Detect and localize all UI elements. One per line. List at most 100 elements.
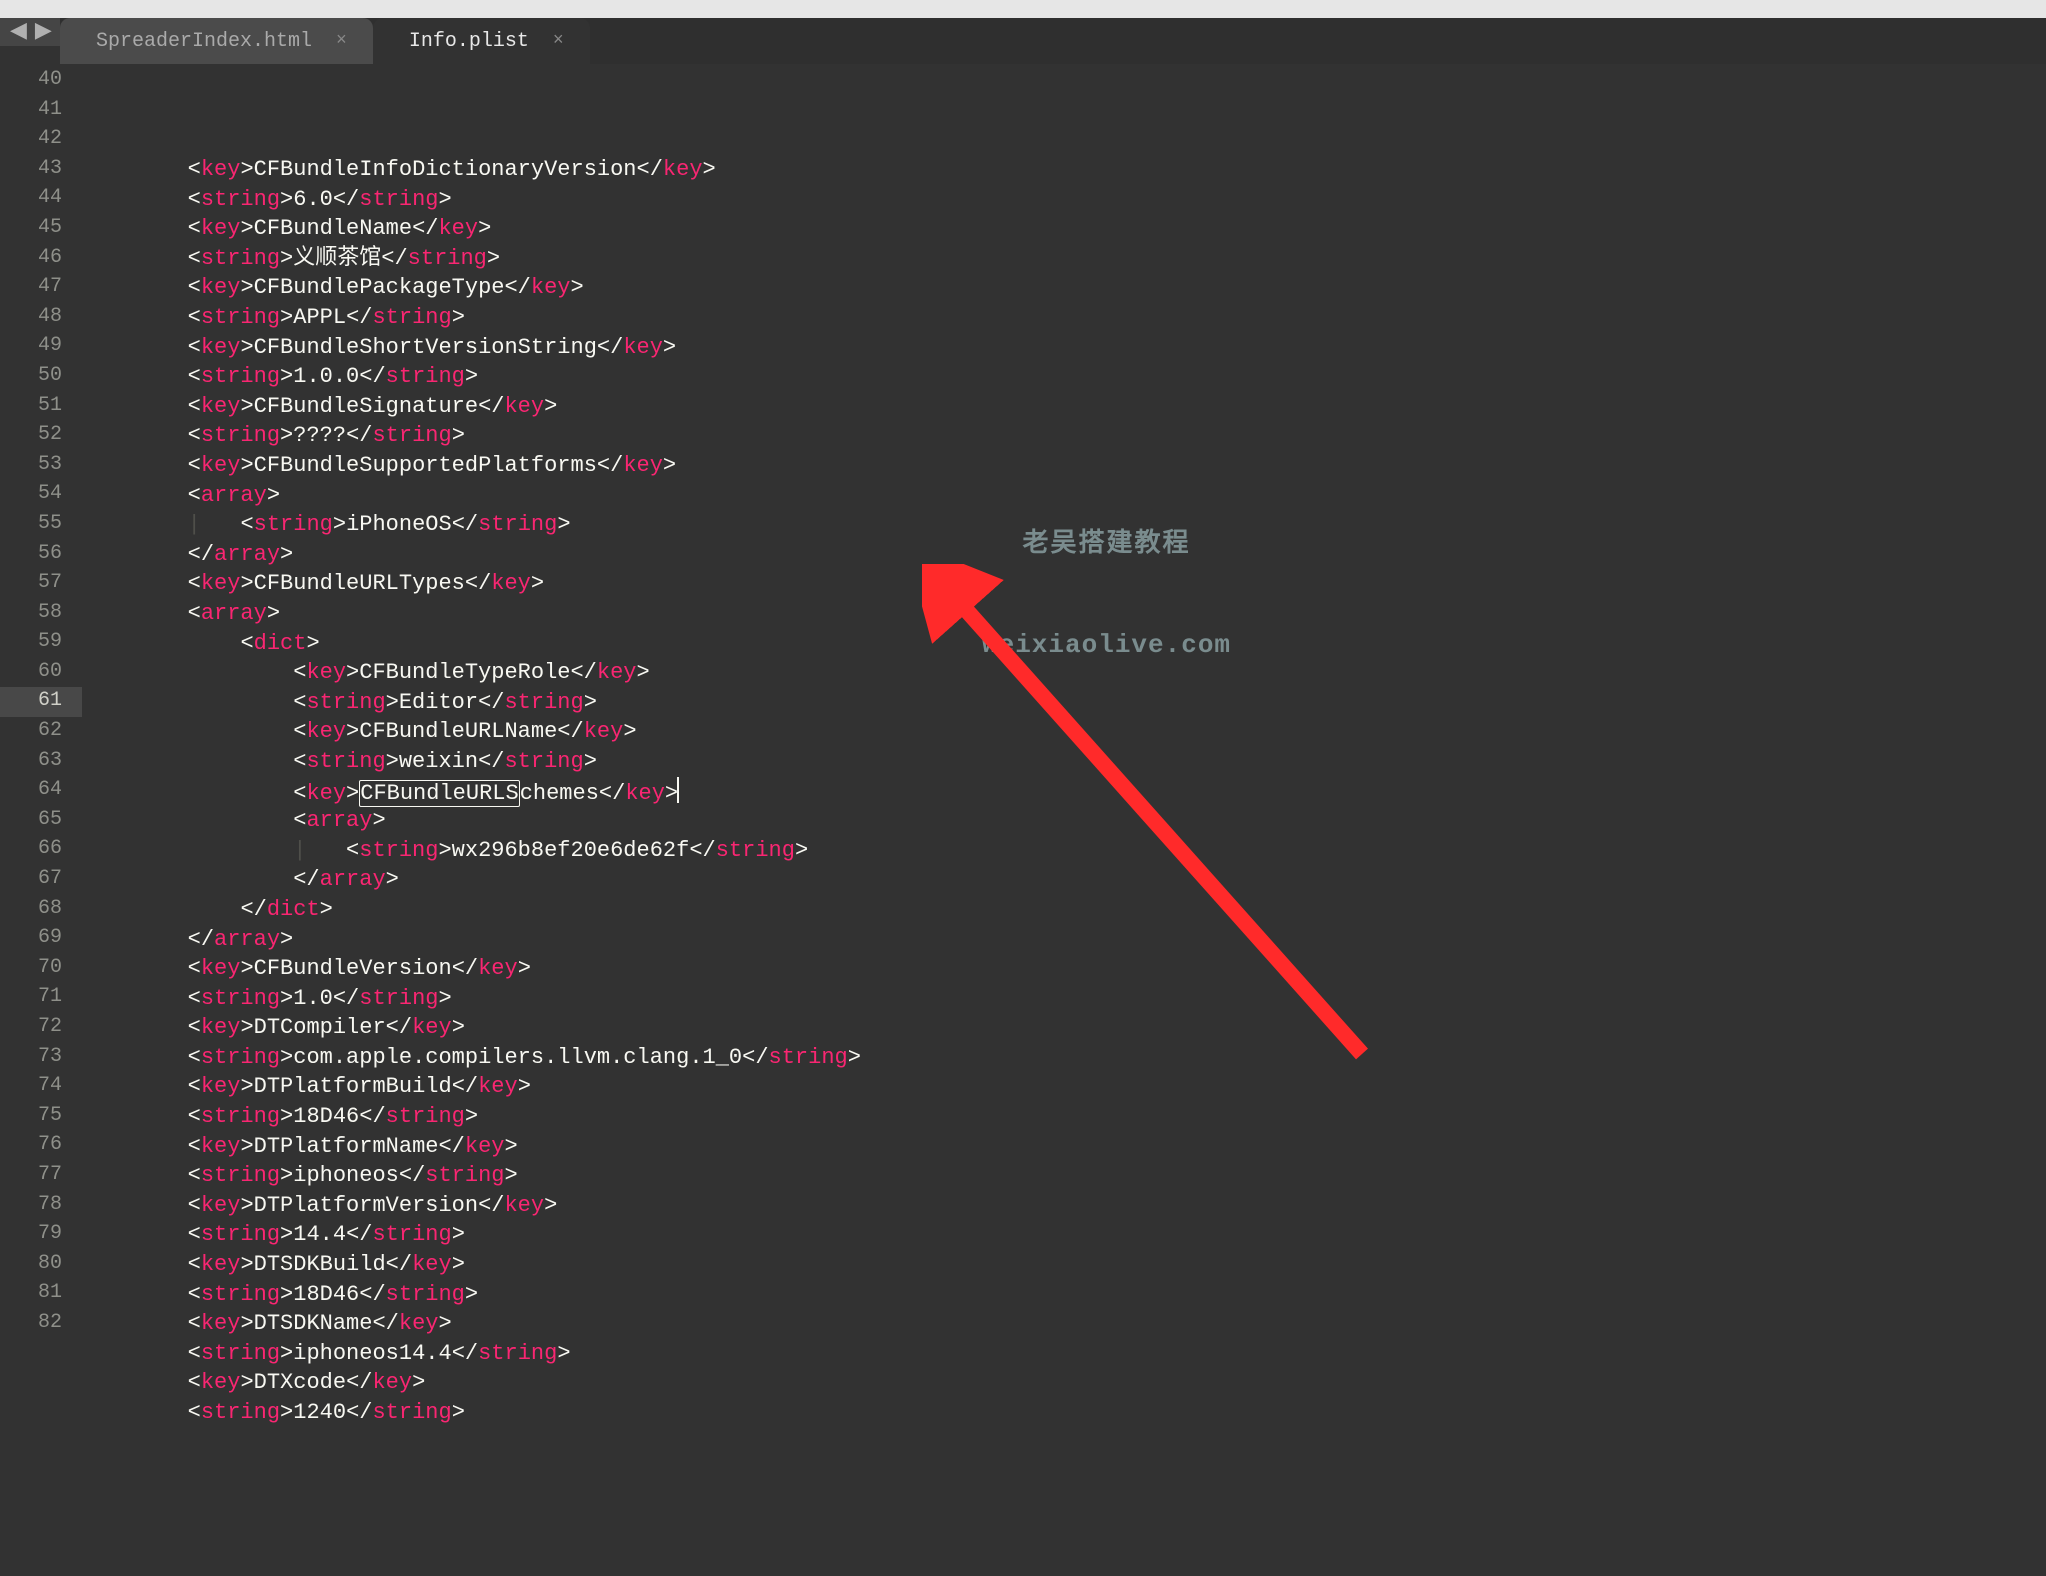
line-number: 45 [0,214,82,244]
code-line: <key>DTPlatformVersion</key> [82,1191,2046,1221]
line-number: 51 [0,392,82,422]
line-number: 74 [0,1072,82,1102]
text-cursor [677,777,679,803]
line-number: 71 [0,983,82,1013]
code-line: <string>com.apple.compilers.llvm.clang.1… [82,1043,2046,1073]
code-line: <key>CFBundleSignature</key> [82,392,2046,422]
code-line: | <string>iPhoneOS</string> [82,510,2046,540]
window-titlebar [0,0,2046,18]
code-line: <string>6.0</string> [82,185,2046,215]
line-number: 79 [0,1220,82,1250]
close-icon[interactable]: × [336,29,347,53]
line-number: 48 [0,303,82,333]
line-number: 75 [0,1102,82,1132]
code-line: <key>CFBundleSupportedPlatforms</key> [82,451,2046,481]
tab-label: SpreaderIndex.html [96,28,312,55]
tab-bar: SpreaderIndex.html × Info.plist × [60,18,2046,64]
line-number: 81 [0,1279,82,1309]
line-number: 67 [0,865,82,895]
code-line: <key>DTSDKBuild</key> [82,1250,2046,1280]
line-number: 40 [0,66,82,96]
line-number: 62 [0,717,82,747]
code-line: <string>iphoneos</string> [82,1161,2046,1191]
line-number: 52 [0,421,82,451]
code-line: <string>义顺茶馆</string> [82,244,2046,274]
line-number: 80 [0,1250,82,1280]
line-number: 50 [0,362,82,392]
line-number: 69 [0,924,82,954]
code-line: <key>CFBundleInfoDictionaryVersion</key> [82,155,2046,185]
code-line: </array> [82,865,2046,895]
line-number: 59 [0,628,82,658]
line-number: 54 [0,480,82,510]
code-line: <string>iphoneos14.4</string> [82,1339,2046,1369]
nav-forward-icon[interactable]: ▶ [35,17,52,47]
code-line: </dict> [82,895,2046,925]
line-number: 44 [0,184,82,214]
line-number: 61 [0,687,82,717]
line-number: 55 [0,510,82,540]
code-line: <key>CFBundleURLSchemes</key> [82,777,2046,807]
code-line: </array> [82,925,2046,955]
line-number: 43 [0,155,82,185]
line-number: 46 [0,244,82,274]
line-number: 56 [0,540,82,570]
line-number: 72 [0,1013,82,1043]
line-number: 78 [0,1191,82,1221]
line-number: 42 [0,125,82,155]
code-line: <key>CFBundleName</key> [82,214,2046,244]
line-number: 76 [0,1131,82,1161]
line-number: 63 [0,747,82,777]
close-icon[interactable]: × [553,29,564,53]
code-line: <string>18D46</string> [82,1280,2046,1310]
line-number: 41 [0,96,82,126]
code-line: <key>DTCompiler</key> [82,1013,2046,1043]
code-line: <string>Editor</string> [82,688,2046,718]
line-number: 70 [0,954,82,984]
line-number: 53 [0,451,82,481]
code-line: <array> [82,481,2046,511]
code-line: <string>weixin</string> [82,747,2046,777]
line-number: 68 [0,895,82,925]
code-line: <string>1.0.0</string> [82,362,2046,392]
code-line: <string>14.4</string> [82,1220,2046,1250]
line-number-gutter: 4041424344454647484950515253545556575859… [0,64,82,1400]
code-line: <key>DTXcode</key> [82,1368,2046,1398]
tab-label: Info.plist [409,28,529,55]
code-area[interactable]: <key>CFBundleInfoDictionaryVersion</key>… [82,64,2046,1400]
line-number: 58 [0,599,82,629]
line-number: 82 [0,1309,82,1339]
code-line: | <string>wx296b8ef20e6de62f</string> [82,836,2046,866]
code-line: <string>18D46</string> [82,1102,2046,1132]
code-line: <key>CFBundlePackageType</key> [82,273,2046,303]
code-line: <string>APPL</string> [82,303,2046,333]
tab-spreaderindex[interactable]: SpreaderIndex.html × [60,18,373,64]
tab-infoplist[interactable]: Info.plist × [373,18,590,64]
editor: 4041424344454647484950515253545556575859… [0,64,2046,1400]
code-line: <dict> [82,629,2046,659]
line-number: 49 [0,332,82,362]
code-line: <array> [82,806,2046,836]
nav-back-icon[interactable]: ◀ [10,17,27,47]
code-line: <key>CFBundleVersion</key> [82,954,2046,984]
code-line: <string>1.0</string> [82,984,2046,1014]
code-line: <key>CFBundleShortVersionString</key> [82,333,2046,363]
line-number: 57 [0,569,82,599]
line-number: 64 [0,776,82,806]
code-line: <string>????</string> [82,421,2046,451]
code-line: <key>DTPlatformName</key> [82,1132,2046,1162]
code-line: <array> [82,599,2046,629]
vertical-scrollbar[interactable] [2026,64,2046,1400]
line-number: 77 [0,1161,82,1191]
line-number: 65 [0,806,82,836]
line-number: 47 [0,273,82,303]
code-line: <key>CFBundleTypeRole</key> [82,658,2046,688]
line-number: 66 [0,835,82,865]
code-line: </array> [82,540,2046,570]
code-line: <key>CFBundleURLTypes</key> [82,569,2046,599]
code-line: <string>1240</string> [82,1398,2046,1428]
line-number: 73 [0,1043,82,1073]
code-line: <key>CFBundleURLName</key> [82,717,2046,747]
code-line: <key>DTPlatformBuild</key> [82,1072,2046,1102]
line-number: 60 [0,658,82,688]
